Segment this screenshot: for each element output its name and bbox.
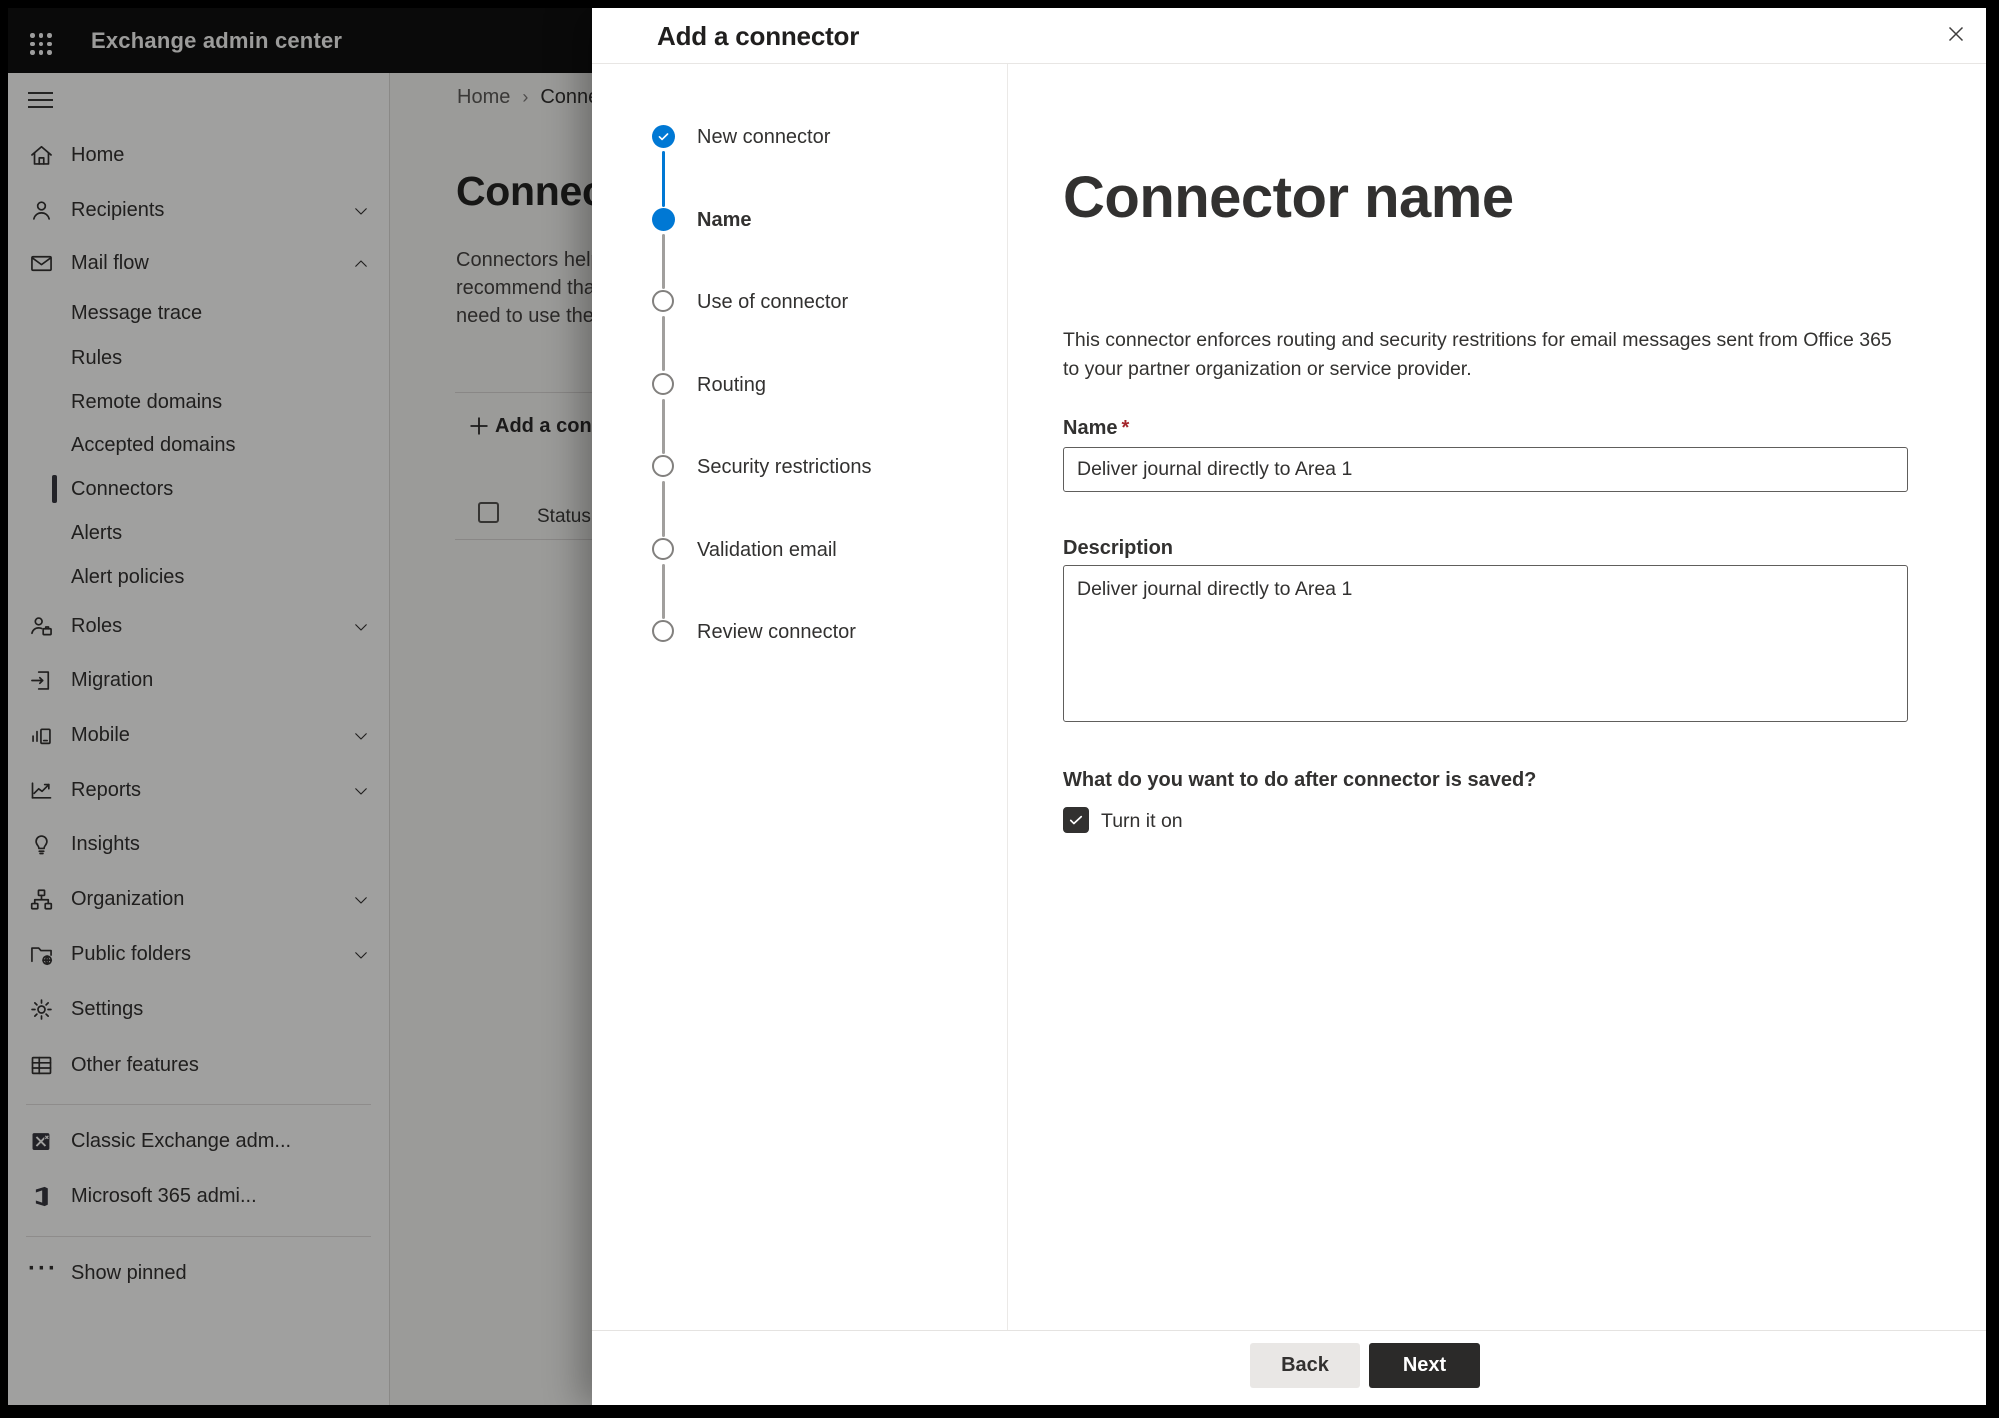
close-icon (1948, 26, 1964, 42)
step-label: Validation email (697, 539, 837, 561)
wizard-step-security-restrictions[interactable]: Security restrictions (592, 444, 1007, 490)
step-label: Routing (697, 374, 766, 396)
wizard-step-routing[interactable]: Routing (592, 362, 1007, 408)
next-button[interactable]: Next (1369, 1343, 1480, 1388)
wizard-step-review-connector[interactable]: Review connector (592, 609, 1007, 655)
add-connector-dialog: Add a connector New connector Name Use o… (592, 8, 1986, 1405)
wizard-step-validation-email[interactable]: Validation email (592, 527, 1007, 573)
step-pending-icon (652, 455, 674, 477)
description-line: This connector enforces routing and secu… (1063, 329, 1892, 351)
step-label: Name (697, 209, 752, 231)
steps-content-divider (1007, 64, 1008, 1330)
wizard-page-description: This connector enforces routing and secu… (1063, 326, 1892, 384)
step-label: New connector (697, 126, 831, 148)
step-pending-icon (652, 373, 674, 395)
connector-description-textarea[interactable]: Deliver journal directly to Area 1 (1063, 565, 1908, 722)
checkmark-icon (1069, 815, 1083, 825)
step-pending-icon (652, 290, 674, 312)
dialog-title: Add a connector (657, 21, 860, 51)
step-label: Security restrictions (697, 456, 872, 478)
step-pending-icon (652, 538, 674, 560)
description-field-label: Description (1063, 537, 1174, 559)
step-label: Review connector (697, 621, 856, 643)
close-button[interactable] (1938, 16, 1974, 52)
step-label: Use of connector (697, 291, 849, 313)
required-asterisk: * (1121, 417, 1130, 439)
name-label-text: Name (1063, 417, 1118, 439)
turn-it-on-label: Turn it on (1101, 810, 1183, 832)
turn-it-on-checkbox[interactable] (1063, 807, 1089, 833)
wizard-step-new-connector[interactable]: New connector (592, 114, 1007, 160)
step-current-icon (652, 208, 675, 231)
name-field-label: Name * (1063, 417, 1129, 440)
wizard-step-name[interactable]: Name (592, 197, 1007, 243)
description-line: to your partner organization or service … (1063, 358, 1472, 380)
step-pending-icon (652, 620, 674, 642)
connector-name-input[interactable] (1063, 447, 1908, 492)
dialog-title-divider (592, 63, 1986, 64)
after-save-question: What do you want to do after connector i… (1063, 769, 1537, 791)
step-completed-icon (652, 125, 675, 148)
wizard-page-heading: Connector name (1063, 165, 1514, 230)
footer-divider (592, 1330, 1986, 1331)
back-button[interactable]: Back (1250, 1343, 1360, 1388)
wizard-step-use-of-connector[interactable]: Use of connector (592, 279, 1007, 325)
screen: Exchange admin center Home Recipients Ma… (0, 0, 1999, 1418)
